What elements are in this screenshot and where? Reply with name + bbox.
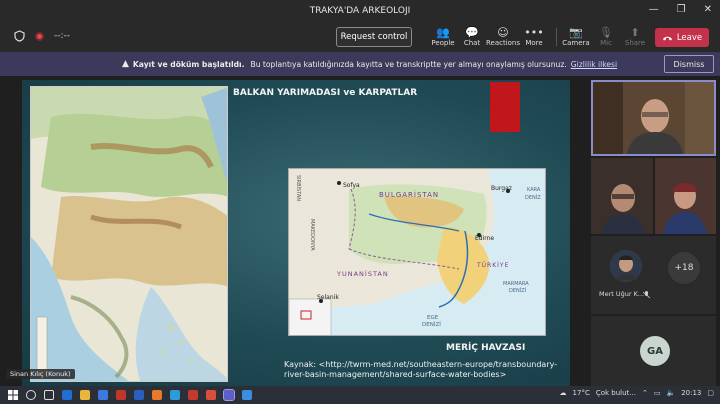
map-label-marmara: MARMARA — [503, 281, 529, 287]
map-label-bulgaristan: BULGARİSTAN — [379, 190, 439, 199]
chat-icon: 💬 — [465, 26, 479, 39]
task-view-icon[interactable] — [44, 390, 54, 400]
map-label-sofya: Sofya — [343, 182, 360, 189]
recording-icon — [35, 31, 44, 41]
map-label-makedonya: MAKEDONYA — [309, 219, 315, 251]
map-label-ege-deniz: DENİZİ — [422, 321, 441, 328]
title-bar: TRAKYA'DA ARKEOLOJI — ❐ ✕ — [0, 0, 720, 22]
request-control-button[interactable]: Request control — [336, 27, 412, 47]
presenter-name-tag: Sinan Kılıç (Konuk) — [6, 369, 75, 379]
map-label-marmara-deniz: DENİZİ — [509, 287, 526, 294]
minimize-button[interactable]: — — [649, 4, 659, 15]
window-controls: — ❐ ✕ — [649, 4, 712, 15]
slide-title: BALKAN YARIMADASI ve KARPATLAR — [233, 88, 418, 98]
balkan-map-image — [30, 86, 228, 382]
mic-muted-icon — [643, 291, 650, 299]
windows-start-icon[interactable] — [8, 390, 18, 400]
close-button[interactable]: ✕ — [704, 4, 712, 15]
map-label-burgaz: Burgaz — [491, 185, 512, 192]
map-label-turkiye: TÜRKİYE — [476, 262, 509, 269]
participant-video-1[interactable] — [591, 80, 716, 156]
meeting-toolbar: --:-- Request control 👥 People 💬 Chat ☺ … — [0, 22, 720, 52]
participant-name: Mert Uğur K... — [599, 290, 645, 298]
dismiss-button[interactable]: Dismiss — [664, 55, 714, 73]
notifications-icon[interactable]: ▢ — [707, 389, 714, 397]
warning-icon: ▲ — [122, 59, 129, 69]
search-icon[interactable] — [26, 390, 36, 400]
app-icon-2[interactable] — [206, 390, 216, 400]
shared-screen: BALKAN YARIMADASI ve KARPATLAR Sofya Bur… — [22, 80, 570, 386]
toolbar-divider — [556, 28, 557, 46]
banner-title: Kayıt ve döküm başlatıldı. — [132, 59, 245, 69]
recording-banner: ▲ Kayıt ve döküm başlatıldı. Bu toplantı… — [0, 52, 720, 76]
reactions-button[interactable]: ☺ Reactions — [486, 26, 520, 47]
slide-source-text: Kaynak: <http://twrm-med.net/southeaster… — [284, 360, 558, 379]
phone-icon — [662, 36, 672, 40]
file-explorer-icon[interactable] — [80, 390, 90, 400]
avatar-initials: GA — [640, 336, 670, 366]
clock[interactable]: 20:13 — [681, 389, 701, 397]
more-button[interactable]: ••• More — [517, 26, 551, 47]
mail-icon[interactable] — [98, 390, 108, 400]
map-label-yunanistan: YUNANİSTAN — [336, 269, 389, 278]
people-icon: 👥 — [436, 26, 450, 39]
meric-basin-map: Sofya Burgaz KARA DENİZ BULGARİSTAN Edir… — [288, 168, 546, 336]
network-icon[interactable]: ▭ — [654, 389, 661, 397]
share-button[interactable]: ⬆ Share — [618, 26, 652, 47]
weather-icon: ☁ — [559, 389, 567, 397]
red-accent-block — [490, 82, 520, 132]
leave-button[interactable]: Leave — [655, 28, 709, 47]
mic-icon: 🎙 — [599, 26, 613, 39]
participant-video-3[interactable] — [655, 158, 716, 234]
slide-subtitle: MERİÇ HAVZASI — [446, 343, 526, 353]
map-label-selanik: Selanik — [317, 294, 339, 301]
system-tray: ☁ 17°C Çok bulut... ⌃ ▭ 🔈 20:13 ▢ — [560, 389, 714, 397]
share-icon: ⬆ — [630, 26, 640, 39]
word-icon[interactable] — [134, 390, 144, 400]
chevron-up-icon[interactable]: ⌃ — [642, 389, 648, 397]
map-label-sirbistan: SIRBİSTAN — [295, 175, 302, 201]
camera-icon: 📷 — [569, 26, 583, 39]
reactions-icon: ☺ — [497, 26, 509, 39]
map-label-kara: KARA — [527, 187, 541, 193]
weather-text[interactable]: Çok bulut... — [596, 389, 636, 397]
map-label-edirne: Edirne — [475, 235, 494, 242]
app-icon-3[interactable] — [242, 390, 252, 400]
privacy-link[interactable]: Gizlilik ilkesi — [571, 60, 617, 69]
temperature: 17°C — [572, 389, 590, 397]
more-icon: ••• — [524, 26, 544, 39]
map-label-ege: EGE — [427, 315, 439, 321]
powerpoint-icon[interactable] — [188, 390, 198, 400]
camera-button[interactable]: 📷 Camera — [559, 26, 593, 47]
more-participants-button[interactable]: +18 — [668, 252, 700, 284]
window-title: TRAKYA'DA ARKEOLOJI — [309, 6, 411, 16]
taskbar: ☁ 17°C Çok bulut... ⌃ ▭ 🔈 20:13 ▢ — [0, 386, 720, 404]
avatar — [610, 250, 642, 282]
acrobat-icon[interactable] — [116, 390, 126, 400]
participant-video-2[interactable] — [591, 158, 653, 234]
app-icon[interactable] — [170, 390, 180, 400]
maximize-button[interactable]: ❐ — [677, 4, 686, 15]
teams-icon[interactable] — [223, 389, 235, 401]
banner-text: Bu toplantıya katıldığınızda kayıtta ve … — [250, 59, 567, 69]
edge-icon[interactable] — [62, 390, 72, 400]
chat-button[interactable]: 💬 Chat — [455, 26, 489, 47]
meeting-timer: --:-- — [54, 31, 71, 41]
firefox-icon[interactable] — [152, 390, 162, 400]
map-label-kara-deniz: DENİZ — [525, 194, 541, 201]
shield-icon[interactable] — [14, 30, 25, 42]
volume-icon[interactable]: 🔈 — [666, 389, 675, 397]
